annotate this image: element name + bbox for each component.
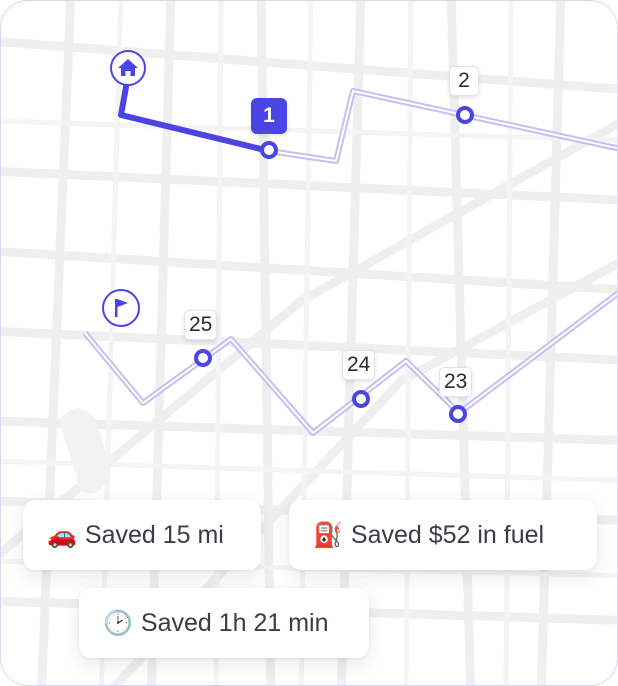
stop-label[interactable]: 2 [449,66,479,96]
stop-dot[interactable] [449,405,467,423]
stop-dot[interactable] [194,349,212,367]
street-map[interactable] [1,1,618,686]
active-route [118,84,272,154]
stop-label[interactable]: 25 [184,310,218,340]
home-icon [118,59,138,76]
stop-label[interactable]: 24 [342,350,376,380]
stop-dot[interactable] [352,390,370,408]
clock-icon: 🕑 [103,609,133,637]
distance-savings-badge: 🚗 Saved 15 mi [23,500,261,570]
car-icon: 🚗 [47,521,77,549]
time-savings-badge: 🕑 Saved 1h 21 min [79,588,369,658]
stop-dot[interactable] [456,106,474,124]
fuel-savings-badge: ⛽ Saved $52 in fuel [289,500,597,570]
stop-label-active[interactable]: 1 [251,98,287,134]
route-map-card: 1 2 25 24 23 🚗 Saved 15 mi ⛽ Saved $52 i… [0,0,618,686]
stop-label[interactable]: 23 [439,367,473,397]
stop-dot[interactable] [260,141,278,159]
distance-savings-text: Saved 15 mi [84,520,224,549]
start-marker[interactable] [110,50,146,86]
flag-icon [115,299,128,317]
fuel-savings-text: Saved $52 in fuel [350,520,545,549]
time-savings-text: Saved 1h 21 min [140,608,329,637]
fuel-pump-icon: ⛽ [313,521,343,549]
finish-marker[interactable] [102,289,140,327]
